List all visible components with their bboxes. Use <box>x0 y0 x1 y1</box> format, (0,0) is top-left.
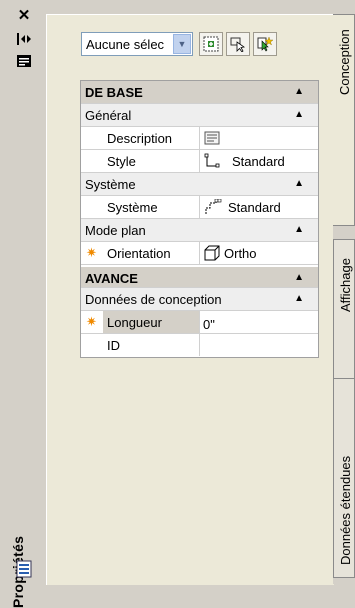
collapse-icon[interactable]: ▲ <box>294 86 304 97</box>
select-objects-button[interactable] <box>226 32 250 56</box>
category-label: Données de conception <box>85 292 222 307</box>
required-star-icon: ✷ <box>86 245 97 260</box>
section-header-basic[interactable]: DE BASE ▲ <box>81 81 318 104</box>
style-icon <box>204 153 220 168</box>
properties-menu-icon[interactable] <box>15 54 33 70</box>
property-value: Ortho <box>224 246 257 261</box>
category-general[interactable]: Général ▲ <box>81 104 318 127</box>
properties-panel: Aucune sélec ▼ DE BASE ▲ Général ▲ Descr… <box>46 14 334 585</box>
category-label: Général <box>85 108 132 123</box>
property-row-orientation[interactable]: ✷ Orientation Ortho <box>81 242 318 265</box>
collapse-icon[interactable]: ▲ <box>294 109 304 120</box>
section-header-advanced[interactable]: AVANCE ▲ <box>81 265 318 288</box>
toggle-pickadd-button[interactable] <box>199 32 223 56</box>
property-name: Orientation <box>107 246 171 261</box>
select-objects-icon <box>230 37 246 52</box>
property-name: Longueur <box>107 315 162 330</box>
palette-settings-icon[interactable] <box>15 560 33 578</box>
section-label: DE BASE <box>85 85 143 100</box>
property-name: ID <box>107 338 120 353</box>
property-name: Description <box>107 131 173 146</box>
collapse-icon[interactable]: ▲ <box>294 293 304 304</box>
chevron-down-icon[interactable]: ▼ <box>173 34 191 54</box>
tab-extended-data[interactable]: Données étendues <box>333 378 355 578</box>
tab-display[interactable]: Affichage <box>333 239 355 379</box>
selection-value: Aucune sélec <box>86 37 165 52</box>
description-icon[interactable] <box>204 130 220 146</box>
property-row-id[interactable]: ID <box>81 334 318 357</box>
close-icon[interactable]: ✕ <box>15 8 33 24</box>
category-plan-mode[interactable]: Mode plan ▲ <box>81 219 318 242</box>
tab-strip: Conception Affichage Données étendues <box>333 14 355 584</box>
collapse-icon[interactable]: ▲ <box>294 224 304 235</box>
tab-label: Données étendues <box>338 455 353 565</box>
property-name: Système <box>107 200 158 215</box>
category-design-data[interactable]: Données de conception ▲ <box>81 288 318 311</box>
property-value: Standard <box>232 154 285 169</box>
required-star-icon: ✷ <box>86 314 97 329</box>
collapse-icon[interactable]: ▲ <box>294 272 304 283</box>
toggle-pickadd-icon <box>203 36 219 52</box>
collapse-icon[interactable]: ▲ <box>294 178 304 189</box>
quick-select-icon <box>257 36 273 52</box>
property-row-system[interactable]: Système Standard <box>81 196 318 219</box>
tab-label: Affichage <box>338 258 353 312</box>
system-icon <box>205 199 222 214</box>
category-label: Mode plan <box>85 223 146 238</box>
category-label: Système <box>85 177 136 192</box>
property-name: Style <box>107 154 136 169</box>
property-grid: DE BASE ▲ Général ▲ Description Style St… <box>80 80 319 358</box>
property-value[interactable]: 0" <box>203 317 215 332</box>
palette-titlebar: ✕ Propriétés <box>0 0 46 608</box>
tab-design[interactable]: Conception <box>333 14 355 226</box>
section-label: AVANCE <box>85 271 138 286</box>
tab-label: Conception <box>337 29 352 95</box>
property-row-description[interactable]: Description <box>81 127 318 150</box>
quick-select-button[interactable] <box>253 32 277 56</box>
property-value: Standard <box>228 200 281 215</box>
property-row-style[interactable]: Style Standard <box>81 150 318 173</box>
ortho-icon <box>204 245 220 261</box>
selection-dropdown[interactable]: Aucune sélec ▼ <box>81 32 193 56</box>
autohide-icon[interactable] <box>15 32 33 48</box>
property-row-length[interactable]: ✷ Longueur 0" <box>81 311 318 334</box>
category-system[interactable]: Système ▲ <box>81 173 318 196</box>
